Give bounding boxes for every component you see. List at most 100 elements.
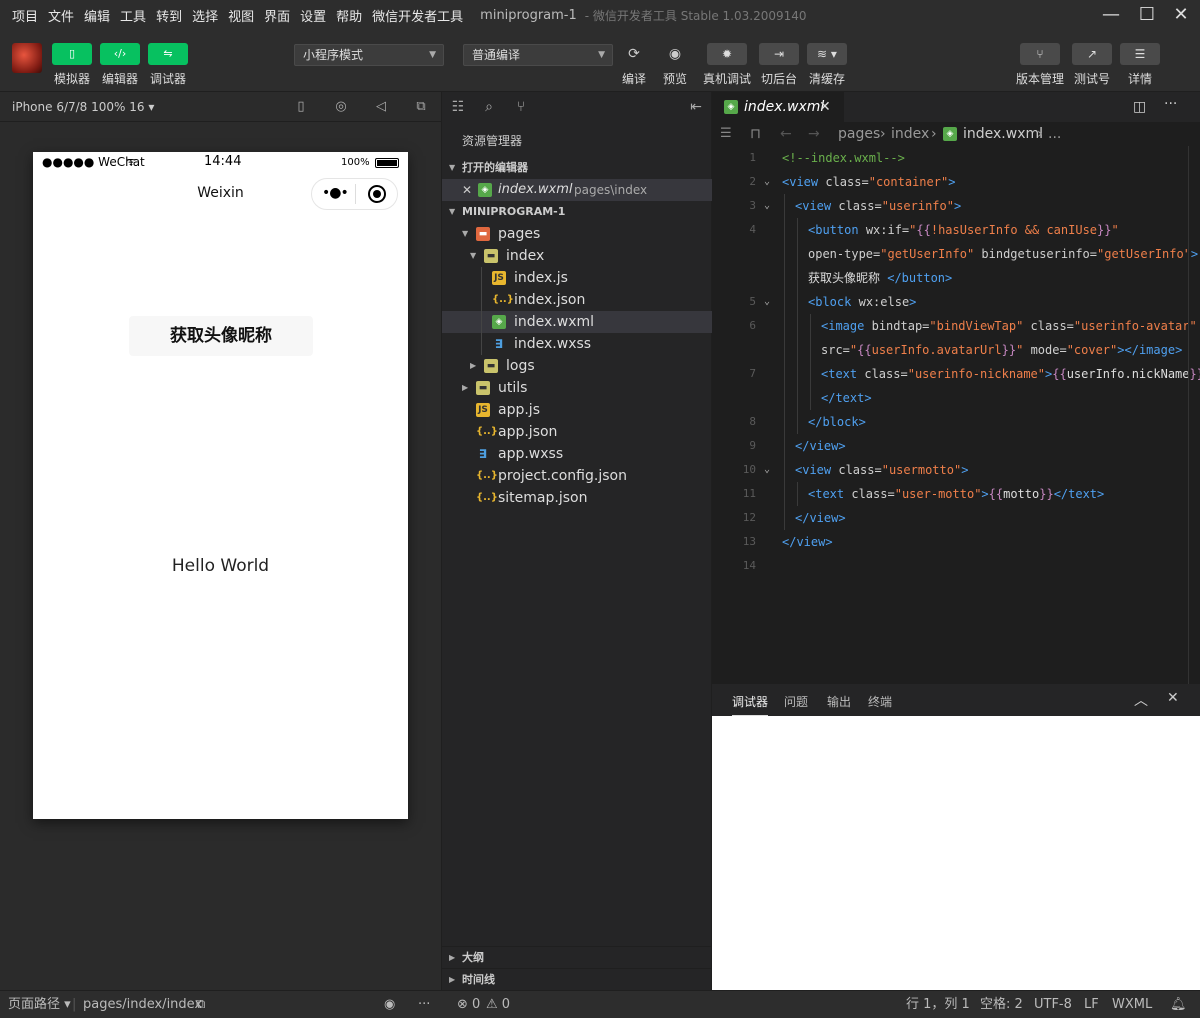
language-mode[interactable]: WXML	[1112, 991, 1152, 1018]
breadcrumb-pages[interactable]: pages	[838, 122, 880, 146]
more-icon[interactable]: ···	[418, 991, 430, 1018]
warnings-indicator[interactable]: ⚠ 0	[486, 991, 510, 1018]
menu-view[interactable]: 视图	[223, 6, 259, 25]
close-tab-icon[interactable]: ✕	[819, 92, 831, 122]
version-control-button[interactable]: ⑂	[1020, 43, 1060, 65]
outline-section[interactable]: ▶ 大纲	[442, 946, 712, 968]
tab-debugger[interactable]: 调试器	[732, 693, 769, 716]
test-account-button[interactable]: ↗	[1072, 43, 1112, 65]
editor-tab-index-wxml[interactable]: ◈ index.wxml ✕	[712, 92, 844, 122]
editor-scrollbar[interactable]	[1188, 146, 1200, 684]
tree-item-app-wxss[interactable]: ∃ app.wxss	[442, 443, 712, 465]
tree-item-label: index.js	[514, 270, 568, 286]
tree-item-index-wxml[interactable]: ◈ index.wxml	[442, 311, 712, 333]
get-user-info-button[interactable]: 获取头像昵称	[129, 316, 313, 356]
errors-indicator[interactable]: ⊗ 0	[457, 991, 480, 1018]
phone-rotate-icon[interactable]: ▯	[293, 99, 309, 115]
tab-output[interactable]: 输出	[827, 693, 851, 710]
tree-item-index[interactable]: ▼ ▬ index	[442, 245, 712, 267]
window-subtitle: - 微信开发者工具 Stable 1.03.2009140	[584, 8, 807, 23]
tree-item-index-wxss[interactable]: ∃ index.wxss	[442, 333, 712, 355]
menu-select[interactable]: 选择	[187, 6, 223, 25]
tree-item-app-js[interactable]: JS app.js	[442, 399, 712, 421]
open-editor-item[interactable]: ✕ ◈ index.wxml pages\index	[442, 179, 712, 201]
menu-help[interactable]: 帮助	[331, 6, 367, 25]
tree-item-logs[interactable]: ▶ ▬ logs	[442, 355, 712, 377]
tree-item-pages[interactable]: ▼ ▬ pages	[442, 223, 712, 245]
close-panel-icon[interactable]: ✕	[1167, 690, 1179, 706]
cursor-position[interactable]: 行 1，列 1	[906, 991, 970, 1018]
fold-chevron-icon[interactable]: ⌄	[764, 170, 770, 194]
volume-icon[interactable]: ◁	[373, 99, 389, 115]
fold-chevron-icon[interactable]: ⌄	[764, 194, 770, 218]
real-device-debug-button[interactable]: ✹	[707, 43, 747, 65]
list-icon[interactable]: ☰	[720, 122, 732, 146]
bookmark-icon[interactable]: ⊓	[750, 122, 761, 146]
timeline-section[interactable]: ▶ 时间线	[442, 968, 712, 990]
close-editor-icon[interactable]: ✕	[462, 179, 472, 201]
split-editor-icon[interactable]: ◫	[1133, 99, 1146, 115]
record-icon[interactable]: ◎	[333, 99, 349, 115]
device-select[interactable]: iPhone 6/7/8 100% 16 ▾	[12, 100, 154, 114]
project-root-section[interactable]: ▼ MINIPROGRAM-1	[442, 201, 712, 223]
compile-button[interactable]: ⟳	[621, 43, 647, 65]
more-actions-icon[interactable]: ···	[1164, 96, 1177, 112]
tab-terminal[interactable]: 终端	[868, 693, 892, 710]
menu-file[interactable]: 文件	[43, 6, 79, 25]
maximize-panel-icon[interactable]: ︿	[1134, 690, 1148, 710]
tab-problems[interactable]: 问题	[784, 693, 808, 710]
indentation[interactable]: 空格: 2	[980, 991, 1023, 1018]
copy-icon[interactable]: ⧉	[196, 991, 205, 1018]
menu-edit[interactable]: 编辑	[79, 6, 115, 25]
fold-chevron-icon[interactable]: ⌄	[764, 290, 770, 314]
breadcrumb-more[interactable]: ...	[1048, 122, 1061, 146]
user-avatar[interactable]	[12, 43, 42, 73]
menu-project[interactable]: 项目	[0, 6, 43, 25]
menu-tools[interactable]: 工具	[115, 6, 151, 25]
tree-item-utils[interactable]: ▶ ▬ utils	[442, 377, 712, 399]
code-area[interactable]: 1 <!--index.wxml--> 2 ⌄ <view class="contain…	[712, 146, 1200, 684]
tree-item-project-config-json[interactable]: {..} project.config.json	[442, 465, 712, 487]
capsule-menu[interactable]: •●•	[311, 178, 398, 210]
menu-settings[interactable]: 设置	[295, 6, 331, 25]
mode-select[interactable]: 小程序模式 ▼	[294, 44, 444, 66]
indent-guide	[784, 338, 785, 362]
tree-item-sitemap-json[interactable]: {..} sitemap.json	[442, 487, 712, 509]
clear-cache-button[interactable]: ≋ ▾	[807, 43, 847, 65]
fold-chevron-icon[interactable]: ⌄	[764, 458, 770, 482]
preview-button[interactable]: ◉	[662, 43, 688, 65]
files-list-icon[interactable]: ☷	[449, 98, 467, 116]
more-dots-icon[interactable]: •●•	[322, 185, 349, 201]
open-editors-section[interactable]: ▼ 打开的编辑器	[442, 157, 712, 179]
close-miniprogram-icon[interactable]	[368, 185, 386, 203]
collapse-panel-icon[interactable]: ⇤	[687, 98, 705, 116]
line-ending[interactable]: LF	[1084, 991, 1099, 1018]
bell-icon[interactable]: 🔔︎	[1170, 991, 1187, 1018]
simulator-toggle-button[interactable]: ▯	[52, 43, 92, 65]
forward-arrow-icon[interactable]: →	[808, 122, 820, 146]
details-button[interactable]: ☰	[1120, 43, 1160, 65]
compile-mode-select[interactable]: 普通编译 ▼	[463, 44, 613, 66]
tree-item-index-json[interactable]: {..} index.json	[442, 289, 712, 311]
back-arrow-icon[interactable]: ←	[780, 122, 792, 146]
editor-toggle-button[interactable]: ‹/›	[100, 43, 140, 65]
debugger-content[interactable]	[712, 716, 1200, 990]
debugger-toggle-button[interactable]: ⇋	[148, 43, 188, 65]
menu-wechat-devtools[interactable]: 微信开发者工具	[367, 6, 468, 25]
encoding[interactable]: UTF-8	[1034, 991, 1072, 1018]
menu-goto[interactable]: 转到	[151, 6, 187, 25]
breadcrumb-index[interactable]: index	[891, 122, 929, 146]
tree-item-app-json[interactable]: {..} app.json	[442, 421, 712, 443]
menu-interface[interactable]: 界面	[259, 6, 295, 25]
close-window-icon[interactable]: ✕	[1170, 4, 1192, 26]
eye-icon[interactable]: ◉	[384, 991, 395, 1018]
maximize-icon[interactable]: ☐	[1136, 4, 1158, 26]
search-icon[interactable]: ⌕	[480, 98, 498, 116]
page-path-select[interactable]: 页面路径 ▾	[8, 991, 71, 1018]
detach-window-icon[interactable]: ⧉	[413, 99, 429, 115]
background-button[interactable]: ⇥	[759, 43, 799, 65]
source-control-icon[interactable]: ⑂	[512, 98, 530, 116]
breadcrumb-file[interactable]: index.wxml	[963, 122, 1043, 146]
minimize-icon[interactable]: —	[1100, 4, 1122, 26]
tree-item-index-js[interactable]: JS index.js	[442, 267, 712, 289]
